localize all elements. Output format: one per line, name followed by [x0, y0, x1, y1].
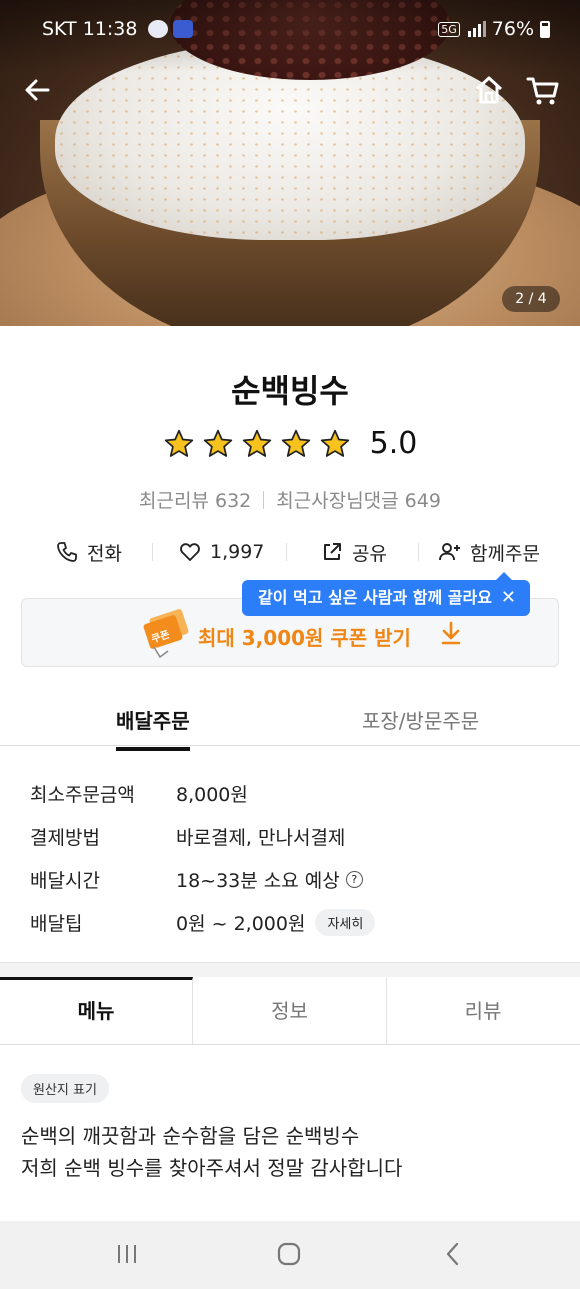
cart-icon[interactable] — [523, 70, 563, 110]
info-key: 결제방법 — [30, 827, 100, 849]
network-badge: 5G — [438, 21, 460, 37]
message-icon — [148, 20, 168, 43]
info-key: 최소주문금액 — [30, 784, 135, 806]
star-icon — [320, 429, 349, 457]
back-arrow-icon[interactable] — [18, 70, 58, 110]
info-value-wrap: 0원 ~ 2,000원 자세히 — [176, 909, 376, 936]
tab-menu[interactable]: 메뉴 — [0, 977, 193, 1044]
store-name: 순백빙수 — [231, 372, 349, 410]
info-key: 배달시간 — [30, 870, 100, 892]
phone-icon — [57, 542, 77, 562]
group-order-tooltip: 같이 먹고 싶은 사람과 함께 골라요 ✕ — [242, 572, 530, 616]
status-time: SKT 11:38 — [42, 18, 138, 40]
coupon-label: 최대 3,000원 쿠폰 받기 — [198, 626, 411, 650]
share-icon — [324, 543, 341, 560]
tab-pickup-order[interactable]: 포장/방문주문 — [362, 705, 479, 734]
info-value: 바로결제, 만나서결제 — [176, 827, 346, 849]
info-value-wrap: 18~33분 소요 예상 ? — [176, 866, 363, 893]
like-count: 1,997 — [210, 541, 265, 563]
info-row: 최소주문금액 8,000원 — [30, 772, 550, 815]
tooltip-text: 같이 먹고 싶은 사람과 함께 골라요 — [258, 588, 492, 607]
delivery-info: 최소주문금액 8,000원 결제방법 바로결제, 만나서결제 배달시간 18~3… — [30, 772, 550, 944]
add-person-icon — [439, 543, 460, 561]
call-label: 전화 — [87, 542, 122, 565]
hero-image[interactable]: SKT 11:38 5G 76% 2 / 4 — [0, 0, 580, 326]
star-icon — [164, 429, 193, 457]
order-type-tabs: 배달주문 포장/방문주문 — [0, 688, 580, 751]
rating-row: 5.0 — [0, 426, 580, 461]
image-counter: 2 / 4 — [502, 286, 560, 312]
star-icon — [242, 429, 271, 457]
home-nav-icon[interactable] — [274, 1239, 304, 1269]
call-button[interactable]: 전화 — [55, 539, 122, 566]
share-button[interactable]: 공유 — [320, 539, 387, 566]
review-stats: 최근리뷰 632 최근사장님댓글 649 — [0, 486, 580, 513]
info-value: 8,000원 — [176, 784, 248, 806]
signal-icon — [467, 21, 486, 37]
help-icon[interactable]: ? — [345, 871, 363, 888]
recent-reviews-link[interactable]: 최근리뷰 632 — [139, 490, 251, 512]
home-icon[interactable] — [469, 70, 509, 110]
info-value: 18~33분 소요 예상 — [176, 870, 340, 892]
info-key: 배달팁 — [30, 913, 83, 935]
star-icon — [281, 429, 310, 457]
back-nav-icon[interactable] — [438, 1239, 468, 1269]
info-row: 배달팁 0원 ~ 2,000원 자세히 — [30, 901, 550, 944]
section-divider — [0, 962, 580, 977]
description-line: 저희 순백 빙수를 찾아주셔서 정말 감사합니다 — [21, 1156, 403, 1180]
heart-icon — [180, 543, 200, 561]
info-value: 0원 ~ 2,000원 — [176, 913, 306, 935]
tab-reviews[interactable]: 리뷰 — [386, 977, 579, 1044]
close-icon[interactable]: ✕ — [501, 580, 516, 616]
like-button[interactable]: 1,997 — [178, 540, 264, 564]
description-line: 순백의 깨끗함과 순수함을 담은 순백빙수 — [21, 1124, 360, 1148]
group-order-button[interactable]: 함께주문 — [438, 539, 540, 566]
star-icon — [203, 429, 232, 457]
app-icon — [173, 20, 193, 43]
battery-icon — [540, 20, 550, 38]
coupon-ticket-icon: 쿠폰 — [143, 609, 189, 659]
owner-replies-link[interactable]: 최근사장님댓글 649 — [276, 490, 441, 512]
share-label: 공유 — [352, 542, 387, 565]
rating-score: 5.0 — [369, 426, 418, 461]
download-arrow-icon — [441, 621, 461, 645]
store-description: 순백의 깨끗함과 순수함을 담은 순백빙수 저희 순백 빙수를 찾아주셔서 정말… — [21, 1120, 561, 1184]
info-row: 결제방법 바로결제, 만나서결제 — [30, 815, 550, 858]
recent-apps-icon[interactable] — [112, 1239, 142, 1269]
tab-delivery-order[interactable]: 배달주문 — [116, 705, 190, 751]
system-nav-bar — [0, 1221, 580, 1289]
action-bar: 전화 1,997 공유 함께주문 — [0, 537, 580, 567]
content-tabs: 메뉴 정보 리뷰 — [0, 977, 580, 1045]
status-bar: SKT 11:38 5G 76% — [0, 0, 580, 58]
info-row: 배달시간 18~33분 소요 예상 ? — [30, 858, 550, 901]
tab-info[interactable]: 정보 — [193, 977, 386, 1044]
battery-percent: 76% — [491, 18, 534, 40]
delivery-tip-detail-button[interactable]: 자세히 — [315, 909, 376, 936]
origin-label-button[interactable]: 원산지 표기 — [21, 1074, 109, 1103]
group-order-label: 함께주문 — [470, 542, 540, 565]
